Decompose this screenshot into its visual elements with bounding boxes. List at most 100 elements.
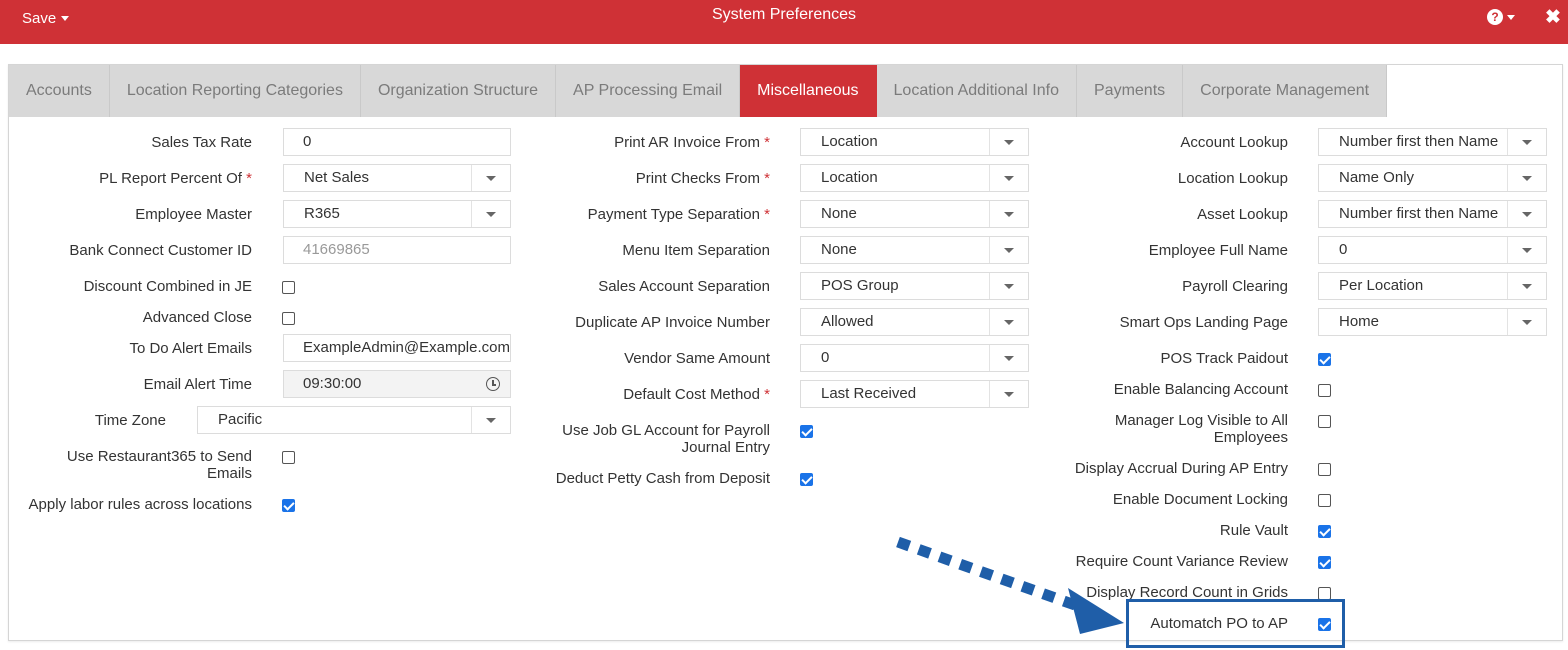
chevron-down-icon bbox=[989, 381, 1028, 407]
smart-ops-landing-page-select[interactable]: Home bbox=[1318, 308, 1547, 336]
tab-ap-processing-email[interactable]: AP Processing Email bbox=[556, 65, 741, 117]
highlight-box bbox=[1126, 599, 1345, 648]
sales-account-separation-select[interactable]: POS Group bbox=[800, 272, 1029, 300]
chevron-down-icon bbox=[1507, 201, 1546, 227]
to-do-alert-emails-label: To Do Alert Emails bbox=[129, 340, 252, 357]
email-alert-time-label: Email Alert Time bbox=[143, 376, 252, 393]
employee-full-name-label: Employee Full Name bbox=[1148, 242, 1288, 259]
discount-combined-in-je-label: Discount Combined in JE bbox=[83, 278, 252, 295]
chevron-down-icon bbox=[471, 201, 510, 227]
location-lookup-label: Location Lookup bbox=[1177, 170, 1288, 187]
advanced-close-label: Advanced Close bbox=[142, 309, 252, 326]
chevron-down-icon bbox=[471, 407, 510, 433]
use-restaurant365-to-send-emails-label: Use Restaurant365 to Send Emails bbox=[66, 448, 252, 482]
enable-balancing-account-label: Enable Balancing Account bbox=[1113, 381, 1288, 398]
chevron-down-icon bbox=[1507, 309, 1546, 335]
chevron-down-icon bbox=[989, 129, 1028, 155]
time-zone-label: Time Zone bbox=[94, 412, 166, 429]
vendor-same-amount-label: Vendor Same Amount bbox=[624, 350, 770, 367]
print-ar-invoice-from-select[interactable]: Location bbox=[800, 128, 1029, 156]
bank-connect-customer-id-label: Bank Connect Customer ID bbox=[69, 242, 252, 259]
print-checks-from-label: Print Checks From * bbox=[635, 170, 770, 187]
sales-account-separation-label: Sales Account Separation bbox=[598, 278, 770, 295]
vendor-same-amount-select[interactable]: 0 bbox=[800, 344, 1029, 372]
top-bar: Save System Preferences ? ✖ bbox=[0, 0, 1568, 44]
menu-item-separation-select[interactable]: None bbox=[800, 236, 1029, 264]
use-restaurant365-to-send-emails-checkbox[interactable] bbox=[282, 451, 295, 464]
bank-connect-customer-id-input: 41669865 bbox=[283, 236, 511, 264]
pl-report-percent-of-label: PL Report Percent Of * bbox=[99, 170, 252, 187]
sales-tax-rate-label: Sales Tax Rate bbox=[151, 134, 252, 151]
time-zone-select[interactable]: Pacific bbox=[197, 406, 511, 434]
print-checks-from-select[interactable]: Location bbox=[800, 164, 1029, 192]
pl-report-percent-of-select[interactable]: Net Sales bbox=[283, 164, 511, 192]
dotted-arrow-icon bbox=[896, 536, 1124, 634]
chevron-down-icon bbox=[1507, 129, 1546, 155]
manager-log-visible-checkbox[interactable] bbox=[1318, 415, 1331, 428]
display-accrual-checkbox[interactable] bbox=[1318, 463, 1331, 476]
employee-master-select[interactable]: R365 bbox=[283, 200, 511, 228]
use-job-gl-account-label: Use Job GL Account for Payroll Journal En… bbox=[562, 422, 770, 456]
default-cost-method-label: Default Cost Method * bbox=[623, 386, 770, 403]
duplicate-ap-invoice-number-label: Duplicate AP Invoice Number bbox=[575, 314, 770, 331]
tab-accounts[interactable]: Accounts bbox=[9, 65, 110, 117]
asset-lookup-label: Asset Lookup bbox=[1197, 206, 1288, 223]
chevron-down-icon bbox=[1507, 273, 1546, 299]
manager-log-visible-label: Manager Log Visible to All Employees bbox=[1114, 412, 1288, 446]
use-job-gl-account-checkbox[interactable] bbox=[800, 425, 813, 438]
tab-payments[interactable]: Payments bbox=[1077, 65, 1184, 117]
deduct-petty-cash-checkbox[interactable] bbox=[800, 473, 813, 486]
sales-tax-rate-input[interactable]: 0 bbox=[283, 128, 511, 156]
enable-balancing-account-checkbox[interactable] bbox=[1318, 384, 1331, 397]
enable-document-locking-label: Enable Document Locking bbox=[1112, 491, 1288, 508]
close-icon[interactable]: ✖ bbox=[1545, 6, 1561, 29]
payment-type-separation-select[interactable]: None bbox=[800, 200, 1029, 228]
chevron-down-icon bbox=[989, 165, 1028, 191]
location-lookup-select[interactable]: Name Only bbox=[1318, 164, 1547, 192]
question-circle-icon: ? bbox=[1487, 9, 1503, 25]
chevron-down-icon bbox=[1507, 237, 1546, 263]
account-lookup-label: Account Lookup bbox=[1180, 134, 1288, 151]
chevron-down-icon bbox=[471, 165, 510, 191]
apply-labor-rules-label: Apply labor rules across locations bbox=[28, 496, 252, 513]
tab-corporate-management[interactable]: Corporate Management bbox=[1183, 65, 1388, 117]
payment-type-separation-label: Payment Type Separation * bbox=[587, 206, 770, 223]
account-lookup-select[interactable]: Number first then Name bbox=[1318, 128, 1547, 156]
deduct-petty-cash-label: Deduct Petty Cash from Deposit bbox=[555, 470, 770, 487]
pos-track-paidout-checkbox[interactable] bbox=[1318, 353, 1331, 366]
tab-miscellaneous[interactable]: Miscellaneous bbox=[740, 65, 877, 117]
tab-organization-structure[interactable]: Organization Structure bbox=[360, 65, 557, 117]
asset-lookup-select[interactable]: Number first then Name bbox=[1318, 200, 1547, 228]
page-title: System Preferences bbox=[711, 6, 857, 23]
tab-location-reporting-categories[interactable]: Location Reporting Categories bbox=[109, 65, 361, 117]
pos-track-paidout-label: POS Track Paidout bbox=[1160, 350, 1288, 367]
employee-full-name-select[interactable]: 0 bbox=[1318, 236, 1547, 264]
rule-vault-checkbox[interactable] bbox=[1318, 525, 1331, 538]
apply-labor-rules-checkbox[interactable] bbox=[282, 499, 295, 512]
help-button[interactable]: ? bbox=[1487, 9, 1515, 25]
duplicate-ap-invoice-number-select[interactable]: Allowed bbox=[800, 308, 1029, 336]
required-marker: * bbox=[764, 170, 770, 187]
chevron-down-icon bbox=[989, 201, 1028, 227]
employee-master-label: Employee Master bbox=[135, 206, 252, 223]
display-accrual-label: Display Accrual During AP Entry bbox=[1074, 460, 1288, 477]
payroll-clearing-select[interactable]: Per Location bbox=[1318, 272, 1547, 300]
clock-icon[interactable] bbox=[486, 377, 500, 391]
tab-location-additional-info[interactable]: Location Additional Info bbox=[876, 65, 1077, 117]
payroll-clearing-label: Payroll Clearing bbox=[1182, 278, 1288, 295]
required-marker: * bbox=[764, 134, 770, 151]
to-do-alert-emails-input[interactable]: ExampleAdmin@Example.com bbox=[283, 334, 511, 362]
discount-combined-in-je-checkbox[interactable] bbox=[282, 281, 295, 294]
print-ar-invoice-from-label: Print AR Invoice From * bbox=[614, 134, 770, 151]
default-cost-method-select[interactable]: Last Received bbox=[800, 380, 1029, 408]
require-count-variance-review-checkbox[interactable] bbox=[1318, 556, 1331, 569]
enable-document-locking-checkbox[interactable] bbox=[1318, 494, 1331, 507]
menu-item-separation-label: Menu Item Separation bbox=[622, 242, 770, 259]
chevron-down-icon bbox=[989, 237, 1028, 263]
chevron-down-icon bbox=[989, 273, 1028, 299]
advanced-close-checkbox[interactable] bbox=[282, 312, 295, 325]
email-alert-time-input[interactable]: 09:30:00 bbox=[283, 370, 511, 398]
required-marker: * bbox=[764, 386, 770, 403]
required-marker: * bbox=[764, 206, 770, 223]
chevron-down-icon bbox=[1507, 165, 1546, 191]
